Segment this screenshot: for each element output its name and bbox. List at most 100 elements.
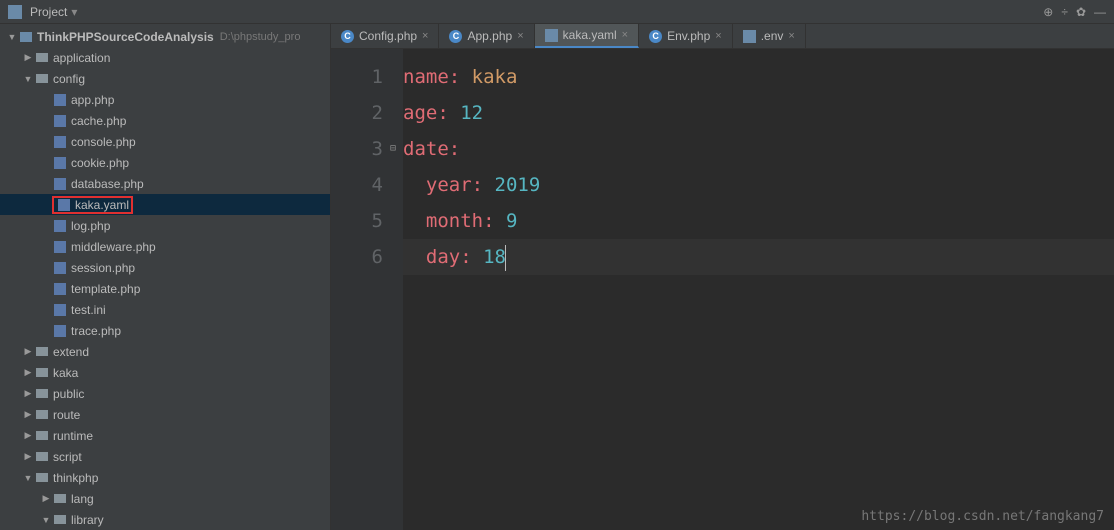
php-icon xyxy=(52,135,68,149)
tab--env[interactable]: .env × xyxy=(733,24,806,48)
tree-label: runtime xyxy=(53,429,93,443)
tree-item-app-php[interactable]: app.php xyxy=(0,89,330,110)
tree-item-kaka-yaml[interactable]: kaka.yaml xyxy=(0,194,330,215)
tree-item-public[interactable]: ▶public xyxy=(0,383,330,404)
close-icon[interactable]: × xyxy=(788,30,794,42)
code-line[interactable]: year: 2019 xyxy=(403,167,1114,203)
code-line[interactable]: age: 12 xyxy=(403,95,1114,131)
tree-item-route[interactable]: ▶ route xyxy=(0,404,330,425)
chevron-down-icon[interactable]: ▼ xyxy=(40,514,52,526)
tree-root[interactable]: ▼ ThinkPHPSourceCodeAnalysis D:\phpstudy… xyxy=(0,26,330,47)
token: age: xyxy=(403,102,449,124)
php-icon xyxy=(52,219,68,233)
code-area[interactable]: name: kakaage: 12⊟date: year: 2019 month… xyxy=(403,49,1114,530)
token: name: xyxy=(403,66,460,88)
token xyxy=(460,66,471,88)
tab-kaka-yaml[interactable]: kaka.yaml × xyxy=(535,24,639,48)
hide-icon[interactable]: — xyxy=(1094,5,1106,19)
tree-label: console.php xyxy=(71,135,136,149)
fold-icon[interactable]: ⊟ xyxy=(387,131,399,167)
tab-Env-php[interactable]: CEnv.php× xyxy=(639,24,733,48)
tree-item-script[interactable]: ▶ script xyxy=(0,446,330,467)
tab-label: .env xyxy=(761,29,784,43)
tab-App-php[interactable]: CApp.php× xyxy=(439,24,534,48)
tree-item-session-php[interactable]: session.php xyxy=(0,257,330,278)
yaml-icon xyxy=(545,29,558,42)
token xyxy=(403,174,426,196)
collapse-icon[interactable]: ⊕ xyxy=(1043,5,1053,19)
token xyxy=(449,102,460,124)
close-icon[interactable]: × xyxy=(622,29,628,41)
tree-item-middleware-php[interactable]: middleware.php xyxy=(0,236,330,257)
project-tree: ▼ ThinkPHPSourceCodeAnalysis D:\phpstudy… xyxy=(0,24,330,530)
watermark: https://blog.csdn.net/fangkang7 xyxy=(861,509,1104,524)
chevron-right-icon[interactable]: ▶ xyxy=(22,430,34,442)
spacer xyxy=(40,157,52,169)
folder-icon xyxy=(34,72,50,86)
tree-label: log.php xyxy=(71,219,110,233)
folder-icon xyxy=(34,408,50,422)
tree-label: test.ini xyxy=(71,303,106,317)
token: 9 xyxy=(506,210,517,232)
tree-item-application[interactable]: ▶application xyxy=(0,47,330,68)
code-line[interactable]: month: 9 xyxy=(403,203,1114,239)
chevron-right-icon[interactable]: ▶ xyxy=(22,52,34,64)
close-icon[interactable]: × xyxy=(517,30,523,42)
tree-label: app.php xyxy=(71,93,114,107)
toolbar-title[interactable]: Project ▾ xyxy=(8,5,77,19)
tree-item-thinkphp[interactable]: ▼thinkphp xyxy=(0,467,330,488)
php-icon xyxy=(52,240,68,254)
chevron-down-icon[interactable]: ▼ xyxy=(22,73,34,85)
code-line[interactable]: ⊟date: xyxy=(403,131,1114,167)
php-icon xyxy=(52,177,68,191)
code-line[interactable]: day: 18 xyxy=(403,239,1114,275)
token xyxy=(495,210,506,232)
tree-label: route xyxy=(53,408,80,422)
code-line[interactable]: name: kaka xyxy=(403,59,1114,95)
code-editor[interactable]: 123456 name: kakaage: 12⊟date: year: 201… xyxy=(331,49,1114,530)
token: month: xyxy=(426,210,495,232)
token: 2019 xyxy=(495,174,541,196)
tree-item-test-ini[interactable]: test.ini xyxy=(0,299,330,320)
tree-label: script xyxy=(53,450,82,464)
tree-item-cookie-php[interactable]: cookie.php xyxy=(0,152,330,173)
chevron-right-icon[interactable]: ▶ xyxy=(22,409,34,421)
tab-label: Config.php xyxy=(359,29,417,43)
php-icon xyxy=(52,114,68,128)
text-cursor xyxy=(505,245,506,271)
folder-icon xyxy=(34,429,50,443)
tab-Config-php[interactable]: CConfig.php× xyxy=(331,24,439,48)
tree-item-extend[interactable]: ▶extend xyxy=(0,341,330,362)
php-icon xyxy=(52,324,68,338)
gear-icon[interactable]: ✿ xyxy=(1076,5,1086,19)
close-icon[interactable]: × xyxy=(422,30,428,42)
chevron-right-icon[interactable]: ▶ xyxy=(22,451,34,463)
spacer xyxy=(40,262,52,274)
chevron-right-icon[interactable]: ▶ xyxy=(22,346,34,358)
tree-item-lang[interactable]: ▶lang xyxy=(0,488,330,509)
divide-icon[interactable]: ÷ xyxy=(1061,5,1068,19)
tree-item-database-php[interactable]: database.php xyxy=(0,173,330,194)
line-number: 1 xyxy=(331,59,383,95)
tree-item-trace-php[interactable]: trace.php xyxy=(0,320,330,341)
tab-label: App.php xyxy=(467,29,512,43)
tree-item-template-php[interactable]: template.php xyxy=(0,278,330,299)
chevron-right-icon[interactable]: ▶ xyxy=(22,367,34,379)
chevron-down-icon[interactable]: ▼ xyxy=(6,31,18,43)
tree-item-log-php[interactable]: log.php xyxy=(0,215,330,236)
close-icon[interactable]: × xyxy=(715,30,721,42)
tree-label: session.php xyxy=(71,261,135,275)
tree-item-cache-php[interactable]: cache.php xyxy=(0,110,330,131)
tree-item-kaka[interactable]: ▶kaka xyxy=(0,362,330,383)
gutter: 123456 xyxy=(331,49,403,530)
tree-item-runtime[interactable]: ▶ runtime xyxy=(0,425,330,446)
spacer xyxy=(40,136,52,148)
tree-item-console-php[interactable]: console.php xyxy=(0,131,330,152)
tree-item-library[interactable]: ▼library xyxy=(0,509,330,530)
chevron-right-icon[interactable]: ▶ xyxy=(40,493,52,505)
tab-label: kaka.yaml xyxy=(563,28,617,42)
chevron-right-icon[interactable]: ▶ xyxy=(22,388,34,400)
tree-item-config[interactable]: ▼config xyxy=(0,68,330,89)
chevron-down-icon[interactable]: ▼ xyxy=(22,472,34,484)
dropdown-icon[interactable]: ▾ xyxy=(71,5,77,19)
